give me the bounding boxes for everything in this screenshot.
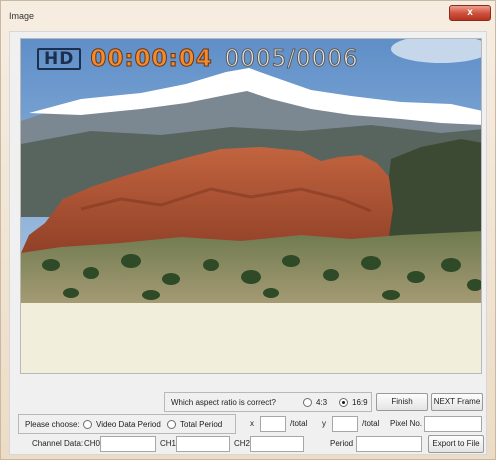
radio-unchecked-icon [83,420,92,429]
period-input[interactable] [356,436,422,452]
radio-unchecked-icon [167,420,176,429]
radio-label: 16:9 [352,398,368,407]
aspect-question: Which aspect ratio is correct? [171,398,276,407]
client-area: HD 00:00:04 0005/0006 Which aspect ratio… [9,31,487,455]
pixel-no-label: Pixel No. [390,419,423,428]
next-frame-button[interactable]: NEXT Frame [431,393,483,411]
video-overlay: HD 00:00:04 0005/0006 [37,45,359,73]
ch2-label: CH2 [234,439,251,448]
aspect-radio-16-9[interactable]: 16:9 [339,398,368,407]
total-period-radio[interactable]: Total Period [167,420,222,429]
ch2-input[interactable] [250,436,304,452]
frame-counter: 0005/0006 [224,46,359,73]
close-icon: x [467,7,473,18]
radio-unchecked-icon [303,398,312,407]
image-panel: HD 00:00:04 0005/0006 [20,38,482,374]
radio-checked-icon [339,398,348,407]
radio-label: Video Data Period [96,420,161,429]
window-title: Image [9,11,35,21]
period-choice-box: Please choose: Video Data Period Total P… [18,414,236,434]
radio-label: Total Period [180,420,223,429]
ch0-input[interactable] [100,436,156,452]
x-label: x [250,419,254,428]
image-window: Image x HD 00:00:04 0005/0006 Which aspe… [0,0,496,460]
timecode: 00:00:04 [90,46,213,73]
finish-button[interactable]: Finish [376,393,428,411]
y-input[interactable] [332,416,358,432]
video-frame-image [21,39,481,303]
period-label: Period [330,439,354,448]
aspect-radio-4-3[interactable]: 4:3 [303,398,327,407]
video-data-period-radio[interactable]: Video Data Period [83,420,161,429]
period-choice-label: Please choose: [25,420,80,429]
x-input[interactable] [260,416,286,432]
radio-label: 4:3 [316,398,328,407]
pixel-no-input[interactable] [424,416,482,432]
ch0-label: CH0 [84,439,101,448]
y-total-label: /total [362,419,380,428]
title-bar[interactable]: Image x [1,1,495,31]
x-total-label: /total [290,419,308,428]
export-to-file-button[interactable]: Export to File [428,435,484,453]
hd-badge: HD [37,48,82,70]
y-label: y [322,419,326,428]
ch1-input[interactable] [176,436,230,452]
aspect-ratio-box: Which aspect ratio is correct? 4:3 16:9 [164,392,372,412]
channel-data-label: Channel Data: [32,439,84,448]
close-button[interactable]: x [449,5,491,21]
ch1-label: CH1 [160,439,177,448]
